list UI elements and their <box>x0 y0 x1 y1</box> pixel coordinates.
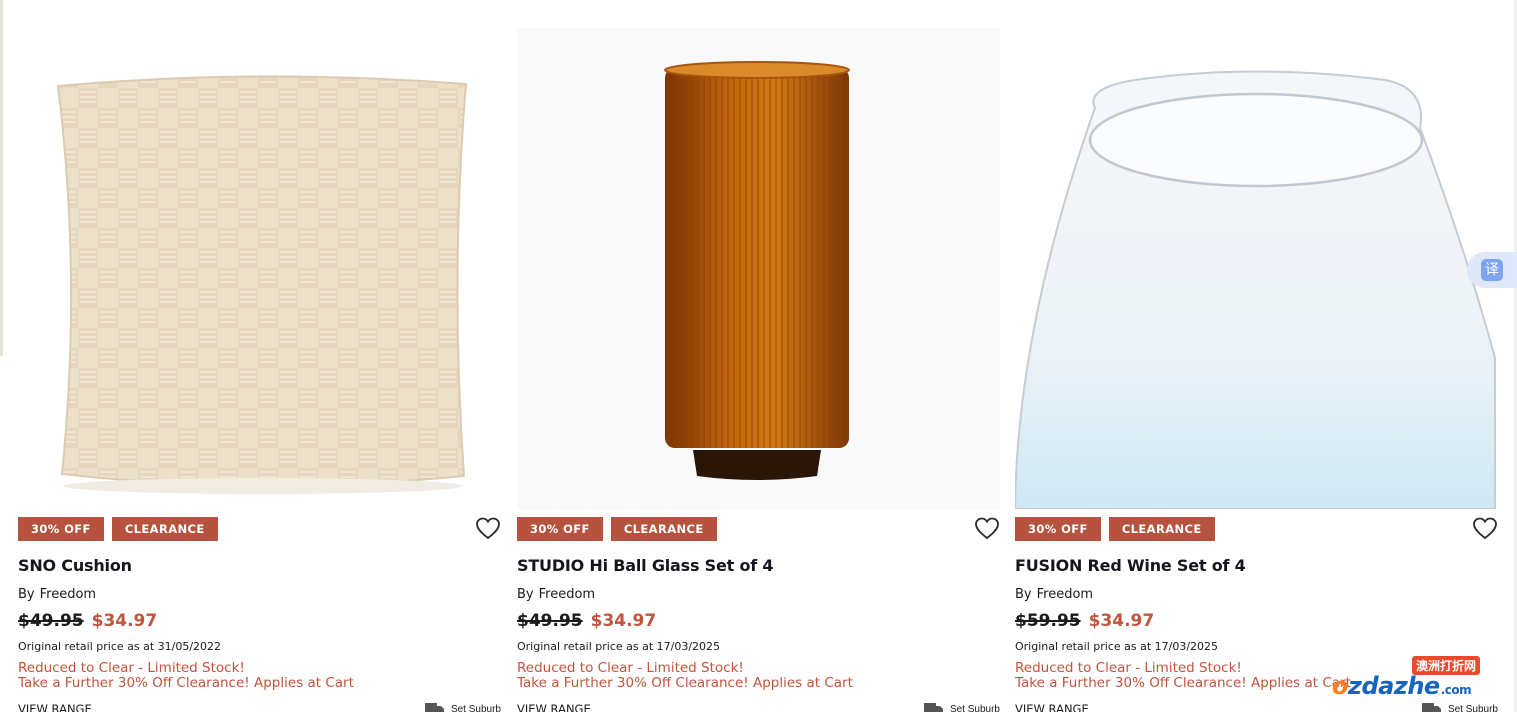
brand-name: Freedom <box>39 587 97 602</box>
promo-line: Take a Further 30% Off Clearance! Applie… <box>1015 675 1351 691</box>
wishlist-button[interactable] <box>974 516 1000 542</box>
discount-badge: 30% OFF <box>1015 517 1101 541</box>
delivery-truck-icon <box>923 703 943 712</box>
view-range-link[interactable]: VIEW RANGE <box>517 702 591 712</box>
by-label: By <box>18 587 35 602</box>
brand-line: By Freedom <box>18 587 96 602</box>
cushion-illustration <box>56 75 468 494</box>
watermark-o: o <box>1332 672 1349 700</box>
promo-line: Reduced to Clear - Limited Stock! <box>18 660 245 676</box>
brand-name: Freedom <box>538 587 596 602</box>
set-suburb-label: Set Suburb <box>450 703 501 712</box>
badge-row: 30% OFF CLEARANCE <box>517 517 717 541</box>
price-block: $59.95 $34.97 <box>1015 611 1154 631</box>
by-label: By <box>517 587 534 602</box>
set-suburb-button[interactable]: Set Suburb <box>424 702 501 712</box>
product-title[interactable]: STUDIO Hi Ball Glass Set of 4 <box>517 556 773 575</box>
translate-widget-button[interactable]: 译 <box>1467 252 1517 288</box>
original-price: $49.95 <box>18 611 84 631</box>
price-block: $49.95 $34.97 <box>18 611 157 631</box>
delivery-truck-icon <box>424 703 444 712</box>
translate-icon: 译 <box>1481 259 1503 281</box>
watermark-logo: ozdazhe.com <box>1332 672 1472 700</box>
heart-outline-icon <box>975 517 999 540</box>
promo-text: Reduced to Clear - Limited Stock! Take a… <box>517 661 853 691</box>
clearance-badge: CLEARANCE <box>1108 517 1215 541</box>
product-title[interactable]: SNO Cushion <box>18 556 132 575</box>
original-price-note: Original retail price as at 17/03/2025 <box>517 640 721 653</box>
product-card[interactable]: 30% OFF CLEARANCE FUSION Red Wine Set of… <box>1015 28 1498 712</box>
promo-line: Reduced to Clear - Limited Stock! <box>517 660 744 676</box>
watermark-tld: .com <box>1440 683 1472 697</box>
promo-text: Reduced to Clear - Limited Stock! Take a… <box>18 661 354 691</box>
sale-price: $34.97 <box>91 611 158 631</box>
original-price-note: Original retail price as at 31/05/2022 <box>18 640 222 653</box>
discount-badge: 30% OFF <box>18 517 104 541</box>
site-watermark: 澳洲打折网 ozdazhe.com <box>1332 656 1504 712</box>
badge-row: 30% OFF CLEARANCE <box>18 517 218 541</box>
product-image[interactable] <box>18 28 501 509</box>
wishlist-button[interactable] <box>1472 516 1498 542</box>
set-suburb-button[interactable]: Set Suburb <box>923 702 1000 712</box>
promo-line: Take a Further 30% Off Clearance! Applie… <box>18 675 354 691</box>
left-edge-divider <box>0 0 3 356</box>
by-label: By <box>1015 587 1032 602</box>
sale-price: $34.97 <box>1088 611 1155 631</box>
promo-text: Reduced to Clear - Limited Stock! Take a… <box>1015 661 1351 691</box>
product-card[interactable]: 30% OFF CLEARANCE SNO Cushion By Freedom … <box>18 28 501 712</box>
view-range-link[interactable]: VIEW RANGE <box>1015 702 1089 712</box>
product-image[interactable] <box>1015 28 1498 509</box>
heart-outline-icon <box>476 517 500 540</box>
wine-glass-illustration <box>1015 70 1496 509</box>
promo-line: Reduced to Clear - Limited Stock! <box>1015 660 1242 676</box>
product-card[interactable]: 30% OFF CLEARANCE STUDIO Hi Ball Glass S… <box>517 28 1000 712</box>
product-grid: 30% OFF CLEARANCE SNO Cushion By Freedom … <box>18 28 1498 712</box>
original-price: $59.95 <box>1015 611 1081 631</box>
price-block: $49.95 $34.97 <box>517 611 656 631</box>
promo-line: Take a Further 30% Off Clearance! Applie… <box>517 675 853 691</box>
set-suburb-label: Set Suburb <box>949 703 1000 712</box>
brand-name: Freedom <box>1036 587 1094 602</box>
view-range-link[interactable]: VIEW RANGE <box>18 702 92 712</box>
product-title[interactable]: FUSION Red Wine Set of 4 <box>1015 556 1246 575</box>
discount-badge: 30% OFF <box>517 517 603 541</box>
heart-outline-icon <box>1473 517 1497 540</box>
product-image[interactable] <box>517 28 1000 509</box>
clearance-badge: CLEARANCE <box>111 517 218 541</box>
badge-row: 30% OFF CLEARANCE <box>1015 517 1215 541</box>
brand-line: By Freedom <box>517 587 595 602</box>
watermark-name: zdazhe <box>1348 672 1440 700</box>
clearance-badge: CLEARANCE <box>610 517 717 541</box>
original-price-note: Original retail price as at 17/03/2025 <box>1015 640 1219 653</box>
wishlist-button[interactable] <box>475 516 501 542</box>
original-price: $49.95 <box>517 611 583 631</box>
brand-line: By Freedom <box>1015 587 1093 602</box>
sale-price: $34.97 <box>590 611 657 631</box>
hiball-glass-illustration <box>664 61 850 480</box>
